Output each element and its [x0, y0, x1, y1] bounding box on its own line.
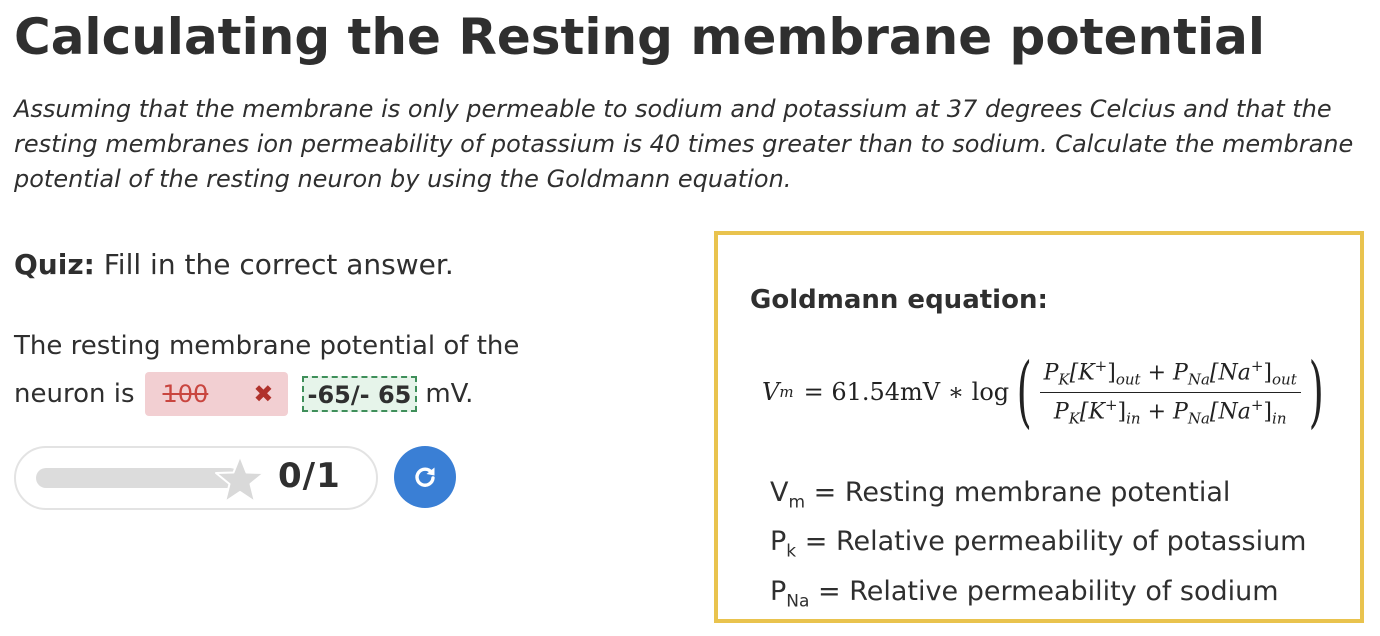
eq-num-pk: P [1043, 360, 1059, 386]
def-text: = Relative permeability of potassium [796, 526, 1307, 558]
def-symbol: V [770, 477, 789, 508]
eq-den-k-sub: in [1126, 409, 1141, 428]
goldmann-equation: Vm = 61.54mV ∗ log ( PK[K+]out + PNa[Na+… [762, 353, 1331, 431]
goldmann-equation-panel: Goldmann equation: Vm = 61.54mV ∗ log ( … [714, 231, 1364, 623]
eq-num-k-sup: + [1094, 356, 1108, 375]
correct-answer-badge: -65/- 65 [301, 376, 418, 412]
eq-den-k-close: ] [1117, 398, 1127, 424]
quiz-header: Quiz: Fill in the correct answer. [14, 248, 454, 281]
intro-text: Assuming that the membrane is only perme… [14, 95, 1354, 193]
def-text: = Resting membrane potential [805, 477, 1231, 508]
eq-num-k-close: ] [1107, 360, 1116, 386]
eq-num-na-close: ] [1263, 360, 1273, 386]
eq-paren-close: ) [1308, 347, 1324, 437]
eq-constant: = 61.54mV ∗ log [803, 378, 1010, 406]
eq-den-pna-sub: Na [1187, 409, 1210, 428]
eq-lhs-sub: m [779, 383, 794, 401]
eq-denominator: PK[K+]in + PNa[Na+]in [1050, 393, 1291, 428]
eq-den-plus: + [1140, 398, 1173, 424]
answer-unit: mV. [425, 379, 474, 409]
eq-paren-open: ( [1016, 347, 1032, 437]
eq-den-k-sup: + [1104, 395, 1118, 414]
score-progress-bar [36, 468, 240, 488]
cross-icon: ✖ [253, 380, 274, 408]
retry-icon [415, 467, 435, 487]
eq-numerator: PK[K+]out + PNa[Na+]out [1039, 356, 1301, 393]
user-answer-value: 100 [162, 380, 209, 408]
eq-den-pk: P [1053, 398, 1069, 424]
def-symbol: P [770, 575, 787, 607]
definition-pna: PNa = Relative permeability of sodium [770, 572, 1306, 621]
eq-num-plus: + [1140, 360, 1173, 386]
eq-den-pk-sub: K [1068, 409, 1080, 428]
def-sub: Na [786, 591, 810, 612]
question-line-2: neuron is 100 ✖ -65/- 65 mV. [14, 370, 534, 418]
eq-den-na-close: ] [1263, 398, 1273, 424]
definition-vm: Vm = Resting membrane potential [770, 473, 1306, 522]
eq-num-pna: P [1173, 360, 1188, 386]
def-sub: m [788, 492, 806, 513]
answer-input-wrong[interactable]: 100 ✖ [144, 372, 288, 416]
question-prefix: neuron is [14, 379, 135, 409]
eq-num-na: [Na [1209, 360, 1251, 386]
eq-num-k-sub: out [1115, 370, 1141, 389]
eq-den-na-sub: in [1272, 409, 1287, 428]
eq-num-pna-sub: Na [1187, 370, 1210, 389]
page-title: Calculating the Resting membrane potenti… [14, 8, 1266, 66]
def-text: = Relative permeability of sodium [809, 575, 1279, 607]
retry-button[interactable] [394, 446, 456, 508]
eq-den-k: [K [1079, 398, 1105, 424]
question-line-1: The resting membrane potential of the [14, 331, 520, 361]
score-text: 0/1 [278, 456, 341, 496]
definitions-list: Vm = Resting membrane potential Pk = Rel… [770, 473, 1306, 621]
def-sub: k [786, 541, 797, 562]
score-widget: 0/1 [14, 446, 378, 510]
eq-fraction: PK[K+]out + PNa[Na+]out PK[K+]in + PNa[N… [1039, 356, 1301, 428]
quiz-instruction: Fill in the correct answer. [103, 248, 454, 281]
eq-num-na-sup: + [1250, 356, 1264, 375]
quiz-label: Quiz: [14, 248, 95, 281]
star-icon [215, 455, 265, 503]
eq-den-na-sup: + [1250, 395, 1264, 414]
eq-den-na: [Na [1209, 398, 1251, 424]
eq-lhs: V [762, 378, 780, 406]
page: Calculating the Resting membrane potenti… [0, 0, 1380, 636]
eq-num-pk-sub: K [1058, 370, 1070, 389]
eq-num-na-sub: out [1272, 370, 1297, 389]
eq-den-pna: P [1173, 398, 1188, 424]
def-symbol: P [770, 526, 787, 558]
definition-pk: Pk = Relative permeability of potassium [770, 522, 1306, 571]
equation-heading: Goldmann equation: [750, 285, 1048, 315]
eq-num-k: [K [1069, 360, 1095, 386]
quiz-question: The resting membrane potential of the ne… [14, 322, 534, 418]
